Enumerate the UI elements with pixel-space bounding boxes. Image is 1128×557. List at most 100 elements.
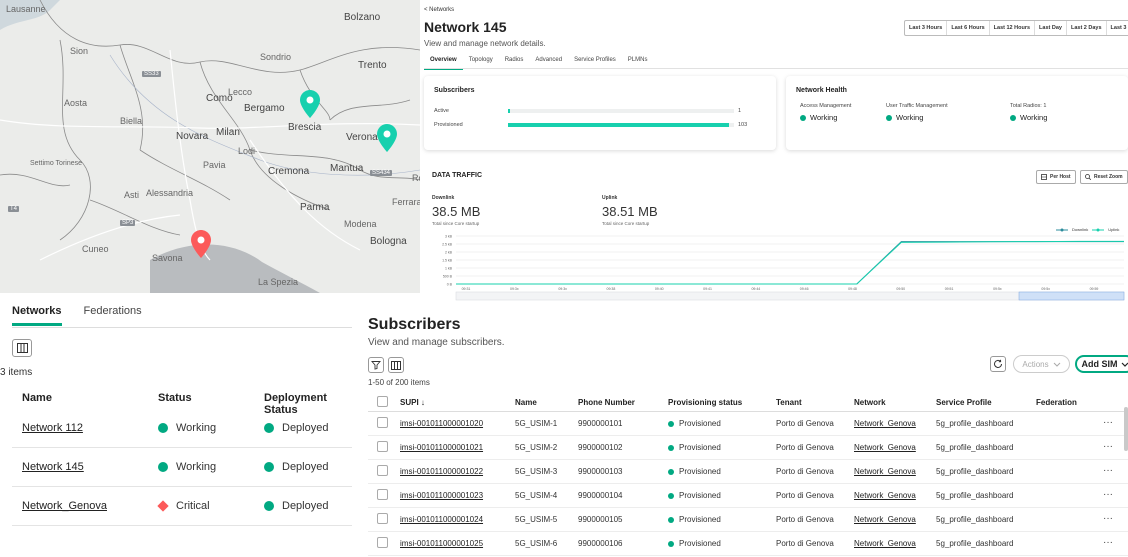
network-link[interactable]: Network_Genova: [854, 419, 916, 428]
network-link[interactable]: Network_Genova: [854, 443, 916, 452]
add-sim-button[interactable]: Add SIM: [1075, 355, 1128, 373]
map-place-label: Sion: [70, 46, 89, 56]
subscriber-row[interactable]: imsi-001011000001020 5G_USIM-1 990000010…: [368, 412, 1128, 436]
supi-link[interactable]: imsi-001011000001022: [400, 467, 483, 476]
col-header-supi[interactable]: SUPI ↓: [400, 398, 425, 407]
refresh-button[interactable]: [990, 356, 1006, 372]
filter-button[interactable]: [368, 357, 384, 373]
x-tick-label: 09:44: [751, 287, 760, 291]
deployment-text: Deployed: [282, 422, 329, 434]
y-tick-label: 3 kB: [445, 235, 453, 239]
provisioning-status: Provisioned: [668, 539, 721, 548]
row-checkbox[interactable]: [377, 537, 388, 548]
row-menu-button[interactable]: ···: [1103, 489, 1113, 500]
time-range-12h[interactable]: Last 12 Hours: [990, 21, 1036, 35]
back-to-networks-link[interactable]: < Networks: [424, 7, 454, 13]
status-critical-icon: [157, 500, 169, 512]
network-row[interactable]: Network_Genova Critical Deployed: [12, 488, 352, 526]
row-checkbox[interactable]: [377, 513, 388, 524]
row-checkbox[interactable]: [377, 489, 388, 500]
row-checkbox[interactable]: [377, 465, 388, 476]
subscriber-row[interactable]: imsi-001011000001024 5G_USIM-5 990000010…: [368, 508, 1128, 532]
map-pin-working[interactable]: [300, 90, 320, 118]
col-header-name[interactable]: Name: [515, 398, 537, 407]
col-header-tenant[interactable]: Tenant: [776, 398, 802, 407]
y-tick-label: 500 B: [443, 275, 453, 279]
network-name-link[interactable]: Network_Genova: [22, 500, 107, 512]
tab-networks[interactable]: Networks: [12, 305, 62, 326]
time-range-3h[interactable]: Last 3 Hours: [905, 21, 948, 35]
time-range-3d[interactable]: Last 3 Days: [1107, 21, 1128, 35]
provisioning-text: Provisioned: [679, 467, 721, 476]
time-range-6h[interactable]: Last 6 Hours: [947, 21, 990, 35]
tab-federations[interactable]: Federations: [84, 305, 142, 326]
network-link[interactable]: Network_Genova: [854, 467, 916, 476]
select-all-checkbox[interactable]: [377, 396, 388, 407]
row-menu-button[interactable]: ···: [1103, 417, 1113, 428]
reset-zoom-button[interactable]: Reset Zoom: [1080, 170, 1128, 184]
map-place-label: Biella: [120, 116, 143, 126]
col-header-status[interactable]: Status: [158, 392, 192, 404]
supi-link[interactable]: imsi-001011000001021: [400, 443, 483, 452]
x-tick-label: 09:5x: [1041, 287, 1050, 291]
service-profile: 5g_profile_dashboard: [936, 515, 1014, 524]
col-header-federation[interactable]: Federation: [1036, 398, 1077, 407]
legend-downlink-swatch: [1056, 228, 1068, 231]
row-menu-button[interactable]: ···: [1103, 441, 1113, 452]
provisioning-text: Provisioned: [679, 515, 721, 524]
network-name-link[interactable]: Network 112: [22, 422, 83, 434]
table-scrollbar[interactable]: [1124, 407, 1128, 451]
columns-button[interactable]: [12, 339, 32, 357]
row-menu-button[interactable]: ···: [1103, 465, 1113, 476]
subscriber-row[interactable]: imsi-001011000001021 5G_USIM-2 990000010…: [368, 436, 1128, 460]
map-pin-working[interactable]: [377, 124, 397, 152]
supi-link[interactable]: imsi-001011000001024: [400, 515, 483, 524]
map-place-label: Trento: [358, 60, 387, 71]
columns-button[interactable]: [388, 357, 404, 373]
map-place-label: Asti: [124, 190, 140, 200]
network-map[interactable]: Lausanne Sion Bolzano Sondrio Trento Lec…: [0, 0, 420, 293]
col-header-phone[interactable]: Phone Number: [578, 398, 635, 407]
health-label: Access Management: [800, 103, 852, 109]
phone-number: 9900000105: [578, 515, 623, 524]
supi-link[interactable]: imsi-001011000001025: [400, 539, 483, 548]
col-header-service-profile[interactable]: Service Profile: [936, 398, 992, 407]
status-text: Working: [176, 461, 217, 473]
provisioned-bar-fill: [508, 123, 730, 127]
network-row[interactable]: Network 112 Working Deployed: [12, 410, 352, 448]
subscriber-row[interactable]: imsi-001011000001023 5G_USIM-4 990000010…: [368, 484, 1128, 508]
status-text: Critical: [176, 500, 210, 512]
traffic-chart[interactable]: 3 kB 2.5 kB 2 kB 1.5 kB 1 kB 500 B 0 B 09:31 09:…: [424, 232, 1128, 312]
per-host-button[interactable]: Per Host: [1036, 170, 1076, 184]
network-link[interactable]: Network_Genova: [854, 491, 916, 500]
map-pin-critical[interactable]: [191, 230, 211, 258]
row-menu-button[interactable]: ···: [1103, 537, 1113, 548]
supi-link[interactable]: imsi-001011000001023: [400, 491, 483, 500]
uplink-label: Uplink: [602, 195, 618, 201]
map-place-label: Cuneo: [82, 244, 109, 254]
col-header-provisioning[interactable]: Provisioning status: [668, 398, 742, 407]
phone-number: 9900000101: [578, 419, 623, 428]
subscribers-range: 1-50 of 200 items: [368, 378, 430, 387]
phone-number: 9900000106: [578, 539, 623, 548]
tenant: Porto di Genova: [776, 491, 834, 500]
map-place-label: Bologna: [370, 236, 407, 247]
time-range-2d[interactable]: Last 2 Days: [1067, 21, 1107, 35]
subscriber-row[interactable]: imsi-001011000001022 5G_USIM-3 990000010…: [368, 460, 1128, 484]
col-header-name[interactable]: Name: [22, 392, 52, 404]
network-row[interactable]: Network 145 Working Deployed: [12, 449, 352, 487]
row-menu-button[interactable]: ···: [1103, 513, 1113, 524]
network-link[interactable]: Network_Genova: [854, 539, 916, 548]
network-name-link[interactable]: Network 145: [22, 461, 84, 473]
row-checkbox[interactable]: [377, 417, 388, 428]
time-range-1d[interactable]: Last Day: [1035, 21, 1067, 35]
subscriber-row[interactable]: imsi-001011000001025 5G_USIM-6 990000010…: [368, 532, 1128, 556]
x-tick-label: 09:31: [462, 287, 471, 291]
map-place-label: Aosta: [64, 98, 88, 108]
col-header-network[interactable]: Network: [854, 398, 886, 407]
actions-dropdown[interactable]: Actions: [1013, 355, 1070, 373]
supi-link[interactable]: imsi-001011000001020: [400, 419, 483, 428]
row-checkbox[interactable]: [377, 441, 388, 452]
network-link[interactable]: Network_Genova: [854, 515, 916, 524]
section-title: Subscribers: [368, 316, 461, 333]
